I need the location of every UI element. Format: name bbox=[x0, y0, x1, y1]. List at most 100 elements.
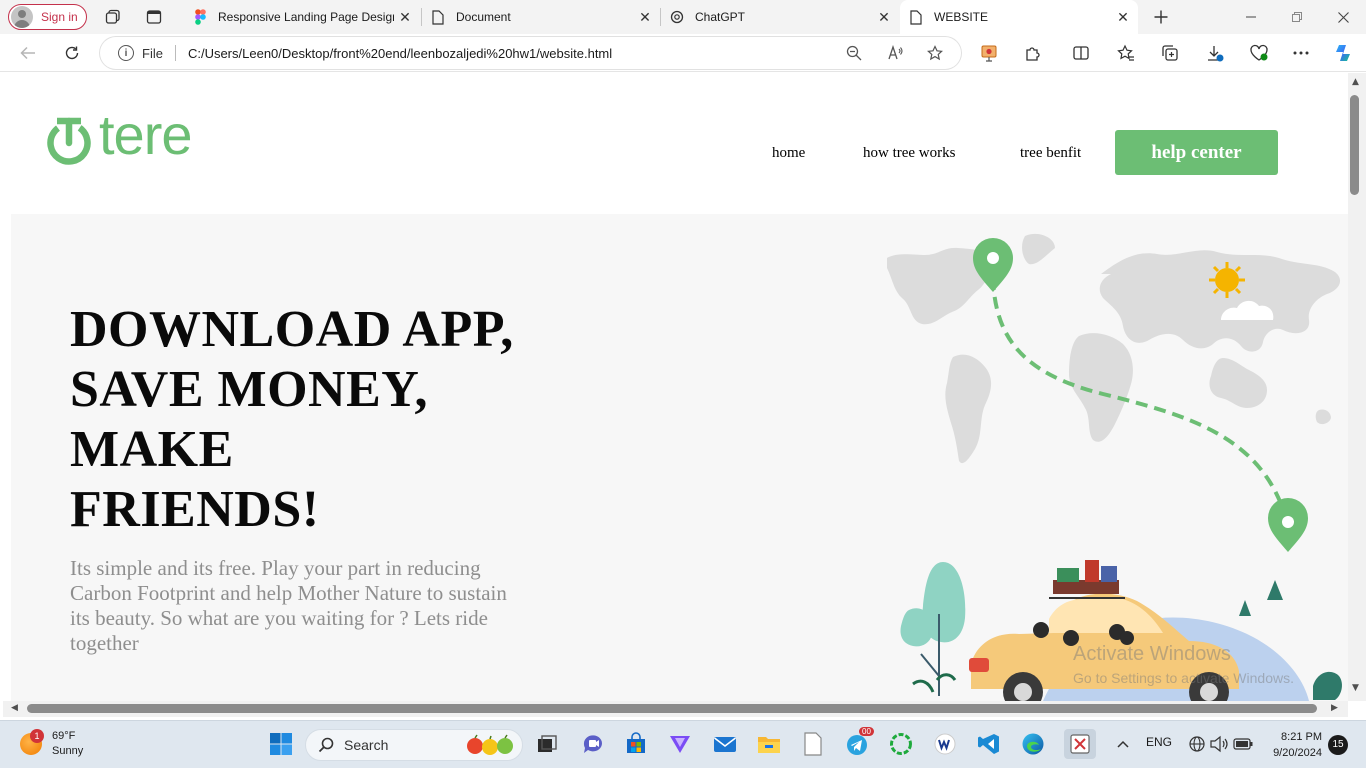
site-logo[interactable]: tere bbox=[46, 103, 211, 170]
restore-icon[interactable] bbox=[1274, 0, 1320, 34]
performance-icon[interactable] bbox=[1248, 42, 1270, 64]
favorite-star-icon[interactable] bbox=[927, 45, 943, 61]
new-tab-icon[interactable] bbox=[1152, 8, 1170, 26]
vscode-icon[interactable] bbox=[976, 731, 1002, 757]
tab-title: ChatGPT bbox=[695, 10, 746, 24]
taskbar-search[interactable]: Search bbox=[305, 729, 523, 761]
weather-widget[interactable]: 1 69°F Sunny bbox=[20, 729, 83, 759]
file-explorer-icon[interactable] bbox=[756, 731, 782, 757]
green-ring-app-icon[interactable] bbox=[888, 731, 914, 757]
chat-app-icon[interactable] bbox=[580, 731, 606, 757]
system-clock[interactable]: 8:21 PM 9/20/2024 bbox=[1264, 729, 1322, 761]
world-map bbox=[887, 233, 1341, 464]
weather-sun-icon: 1 bbox=[20, 729, 44, 755]
close-tab-icon[interactable]: ✕ bbox=[638, 10, 652, 24]
horizontal-scroll-thumb[interactable] bbox=[27, 704, 1317, 713]
document-icon bbox=[430, 9, 446, 25]
weather-temp: 69°F bbox=[52, 730, 76, 742]
watermark-line2: Go to Settings to activate Windows. bbox=[1073, 670, 1294, 686]
zoom-out-icon[interactable] bbox=[846, 45, 862, 61]
telegram-badge: 00 bbox=[859, 727, 874, 736]
taskbar: 1 69°F Sunny Search 00 ENG 8:21 PM 9/20/… bbox=[0, 720, 1366, 768]
address-bar-row: i File C:/Users/Leen0/Desktop/front%20en… bbox=[0, 34, 1366, 72]
vpn-icon[interactable] bbox=[667, 731, 693, 757]
vertical-scroll-thumb[interactable] bbox=[1350, 95, 1359, 195]
end-pin-icon bbox=[1268, 498, 1308, 552]
tab-title: Document bbox=[456, 10, 511, 24]
task-view-icon[interactable] bbox=[534, 731, 560, 757]
hero-headline: DOWNLOAD APP, SAVE MONEY, MAKE FRIENDS! bbox=[70, 300, 514, 540]
sun-icon bbox=[1209, 262, 1245, 298]
refresh-icon[interactable] bbox=[60, 42, 84, 64]
scroll-left-icon[interactable]: ◀ bbox=[11, 703, 18, 713]
extension-presentation-icon[interactable] bbox=[978, 42, 1000, 64]
sign-in-button[interactable]: Sign in bbox=[8, 4, 87, 30]
start-menu-icon[interactable] bbox=[268, 731, 294, 757]
vertical-scrollbar[interactable]: ▲ ▼ bbox=[1348, 73, 1366, 701]
address-bar[interactable]: i File C:/Users/Leen0/Desktop/front%20en… bbox=[100, 37, 961, 69]
battery-icon[interactable] bbox=[1230, 731, 1256, 757]
document-icon bbox=[908, 9, 924, 25]
headline-line: SAVE MONEY, bbox=[70, 361, 429, 418]
volume-icon[interactable] bbox=[1206, 731, 1232, 757]
tab-document[interactable]: Document ✕ bbox=[422, 0, 660, 34]
page-viewport: tere home how tree works tree benfit hel… bbox=[3, 73, 1348, 701]
close-window-icon[interactable] bbox=[1320, 0, 1366, 34]
weather-desc: Sunny bbox=[52, 745, 84, 757]
microsoft-store-icon[interactable] bbox=[623, 731, 649, 757]
horizontal-scrollbar[interactable]: ◀ ▶ bbox=[3, 701, 1348, 717]
back-icon[interactable] bbox=[16, 42, 40, 64]
more-options-icon[interactable] bbox=[1290, 42, 1312, 64]
extensions-icon[interactable] bbox=[1022, 42, 1044, 64]
edge-icon[interactable] bbox=[1020, 731, 1046, 757]
search-icon bbox=[318, 737, 334, 753]
scroll-up-icon[interactable]: ▲ bbox=[1352, 77, 1359, 87]
snipping-tool-icon[interactable] bbox=[1064, 729, 1096, 759]
mail-icon[interactable] bbox=[712, 731, 738, 757]
read-aloud-icon[interactable] bbox=[887, 45, 903, 61]
clock-time: 8:21 PM bbox=[1281, 731, 1322, 743]
language-indicator[interactable]: ENG bbox=[1146, 735, 1172, 749]
site-info-icon[interactable]: i bbox=[118, 45, 134, 61]
telegram-icon[interactable]: 00 bbox=[844, 727, 874, 757]
clock-date: 9/20/2024 bbox=[1273, 747, 1322, 759]
url-text[interactable]: C:/Users/Leen0/Desktop/front%20end/leenb… bbox=[188, 46, 612, 61]
tab-title: WEBSITE bbox=[934, 10, 989, 24]
tab-title: Responsive Landing Page Design bbox=[218, 10, 394, 24]
scroll-right-icon[interactable]: ▶ bbox=[1331, 703, 1338, 713]
tab-strip: Sign in Responsive Landing Page Design ✕… bbox=[0, 0, 1366, 34]
favorites-icon[interactable] bbox=[1115, 42, 1137, 64]
downloads-icon[interactable] bbox=[1204, 42, 1226, 64]
fruit-search-highlight-icon bbox=[464, 734, 516, 756]
split-screen-icon[interactable] bbox=[1070, 42, 1092, 64]
close-tab-icon[interactable]: ✕ bbox=[1116, 10, 1130, 24]
show-hidden-icons-chevron-icon[interactable] bbox=[1110, 731, 1136, 757]
copilot-icon[interactable] bbox=[1332, 42, 1354, 64]
close-tab-icon[interactable]: ✕ bbox=[398, 10, 412, 24]
logo-text: tere bbox=[99, 103, 192, 166]
chatgpt-icon bbox=[669, 9, 685, 25]
tab-website[interactable]: WEBSITE ✕ bbox=[900, 0, 1138, 34]
collections-icon[interactable] bbox=[1159, 42, 1181, 64]
help-center-button[interactable]: help center bbox=[1115, 130, 1278, 175]
nav-home[interactable]: home bbox=[772, 145, 805, 162]
wps-office-icon[interactable] bbox=[932, 731, 958, 757]
nav-how-tree-works[interactable]: how tree works bbox=[863, 145, 955, 162]
blank-document-icon[interactable] bbox=[800, 731, 826, 757]
tab-figma[interactable]: Responsive Landing Page Design ✕ bbox=[184, 0, 420, 34]
tab-chatgpt[interactable]: ChatGPT ✕ bbox=[661, 0, 899, 34]
headline-line: MAKE bbox=[70, 421, 234, 478]
close-tab-icon[interactable]: ✕ bbox=[877, 10, 891, 24]
notification-count-badge[interactable]: 15 bbox=[1328, 735, 1348, 755]
file-label: File bbox=[142, 45, 163, 61]
activate-windows-watermark: Activate Windows Go to Settings to activ… bbox=[1073, 643, 1294, 686]
minimize-icon[interactable] bbox=[1228, 0, 1274, 34]
tab-actions-icon[interactable] bbox=[145, 8, 163, 26]
divider bbox=[174, 45, 176, 61]
hero-illustration bbox=[873, 214, 1348, 701]
workspaces-icon[interactable] bbox=[104, 8, 122, 26]
scroll-down-icon[interactable]: ▼ bbox=[1352, 683, 1359, 693]
profile-avatar-icon bbox=[11, 6, 33, 28]
hero-section: DOWNLOAD APP, SAVE MONEY, MAKE FRIENDS! … bbox=[11, 214, 1348, 701]
nav-tree-benfit[interactable]: tree benfit bbox=[1020, 145, 1081, 162]
